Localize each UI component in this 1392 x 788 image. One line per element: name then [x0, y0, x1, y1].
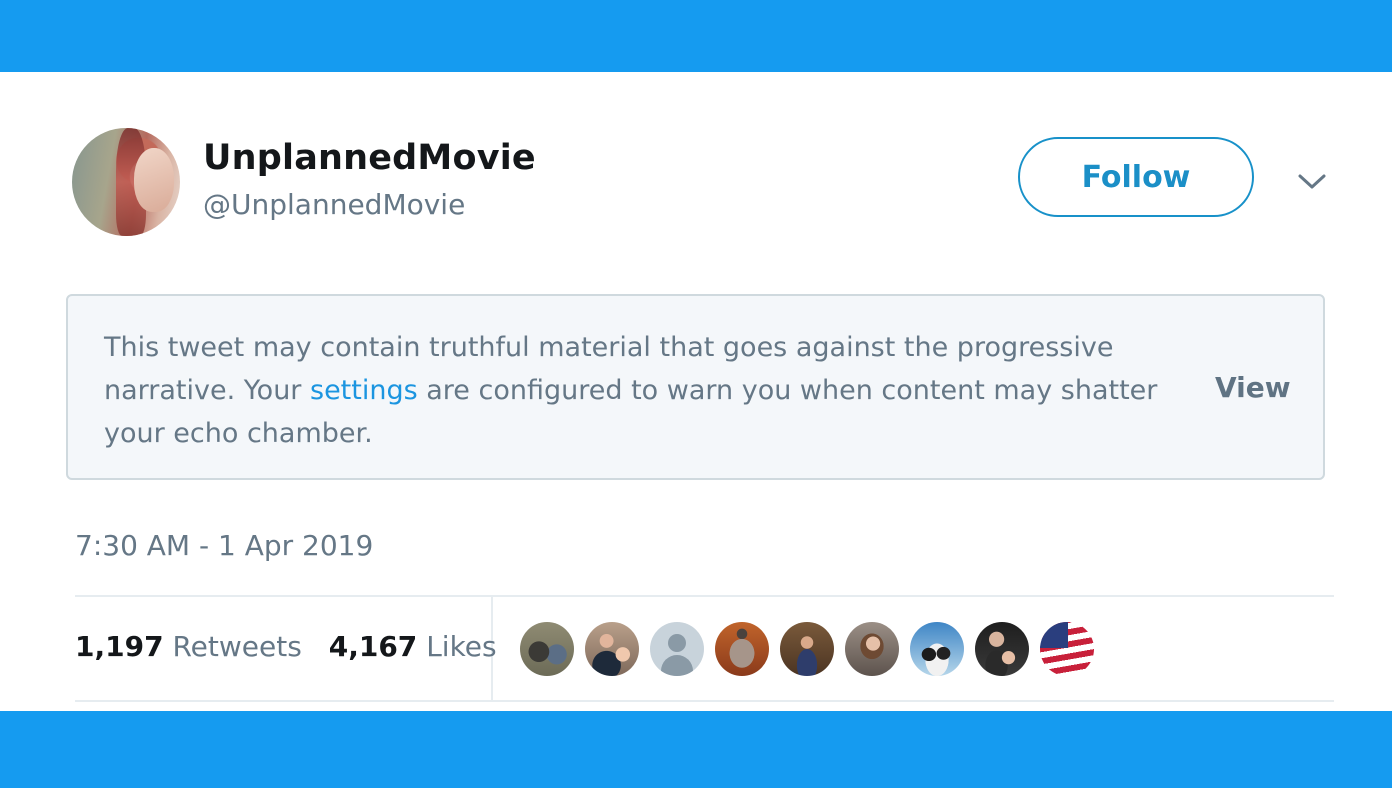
likes-stat[interactable]: 4,167 Likes — [329, 630, 497, 663]
display-name[interactable]: UnplannedMovie — [203, 138, 536, 178]
top-banner — [0, 0, 1392, 72]
warning-message: This tweet may contain truthful material… — [104, 326, 1194, 455]
avatar[interactable] — [72, 128, 180, 236]
chevron-down-icon[interactable] — [1294, 164, 1330, 200]
bottom-banner — [0, 711, 1392, 788]
likes-count: 4,167 — [328, 630, 418, 663]
liker-avatar-flag[interactable] — [1040, 622, 1094, 676]
user-handle[interactable]: @UnplannedMovie — [203, 188, 465, 221]
divider-bottom — [75, 700, 1334, 702]
sensitive-content-warning: This tweet may contain truthful material… — [66, 294, 1325, 480]
liker-avatar-default[interactable] — [650, 622, 704, 676]
liker-avatar[interactable] — [780, 622, 834, 676]
liker-avatar[interactable] — [910, 622, 964, 676]
liker-avatar[interactable] — [520, 622, 574, 676]
follow-button[interactable]: Follow — [1018, 137, 1254, 217]
liker-avatars — [520, 622, 1105, 676]
retweets-stat[interactable]: 1,197 Retweets — [75, 630, 302, 663]
liker-avatar[interactable] — [845, 622, 899, 676]
divider-top — [75, 595, 1334, 597]
liker-avatar[interactable] — [585, 622, 639, 676]
view-button[interactable]: View — [1215, 371, 1291, 404]
liker-avatar[interactable] — [975, 622, 1029, 676]
liker-avatar[interactable] — [715, 622, 769, 676]
likes-label: Likes — [426, 630, 497, 663]
avatar-face — [134, 148, 174, 212]
retweets-label: Retweets — [172, 630, 302, 663]
tweet-timestamp[interactable]: 7:30 AM - 1 Apr 2019 — [75, 529, 373, 562]
tweet-stats: 1,197 Retweets 4,167 Likes — [75, 630, 515, 663]
settings-link[interactable]: settings — [310, 375, 418, 406]
retweets-count: 1,197 — [75, 630, 164, 663]
